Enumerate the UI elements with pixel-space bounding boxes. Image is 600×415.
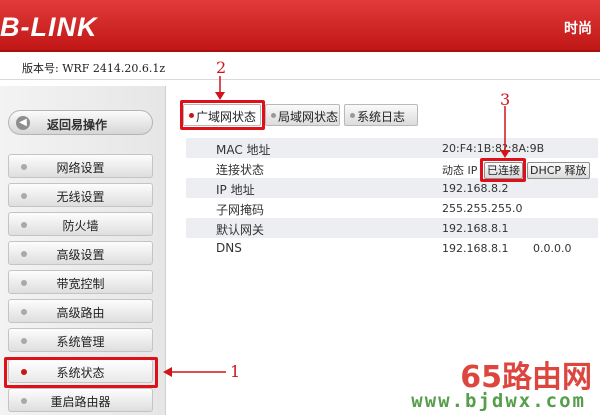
annotation-number-2: 2 [216,58,227,77]
annotation-number-1: 1 [230,362,241,381]
annotation-number-3: 3 [500,90,511,109]
site-watermark-url: www.bjdwx.com [411,390,586,412]
